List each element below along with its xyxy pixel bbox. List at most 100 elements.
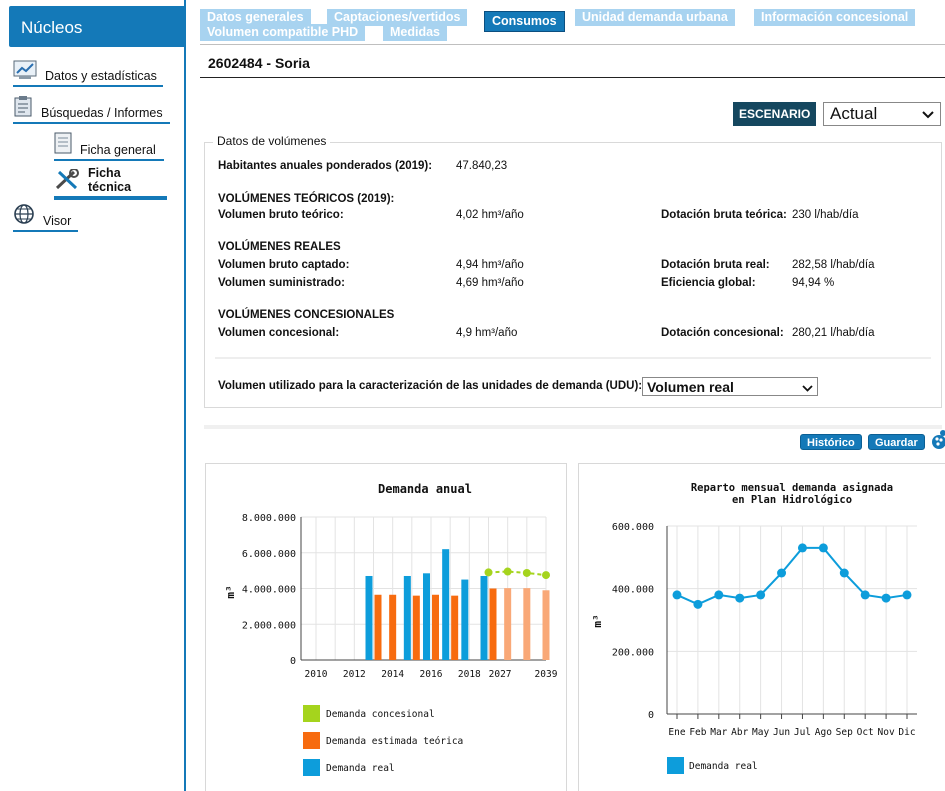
bar-demanda-teorica: [374, 594, 382, 660]
sidebar-item-visor[interactable]: Visor: [13, 203, 78, 232]
bar-demanda-teorica: [451, 595, 459, 660]
volumes-fieldset: [204, 142, 942, 408]
sidebar: Núcleos Datos y estadísticas Búsquedas /…: [0, 0, 186, 791]
bruto-captado-label: Volumen bruto captado:: [218, 259, 350, 271]
sidebar-item-datos-estadisticas[interactable]: Datos y estadísticas: [13, 60, 163, 87]
globe-icon: [13, 203, 35, 228]
legend-swatch: [303, 732, 320, 749]
statistics-icon: [13, 60, 37, 83]
bar-demanda-teorica: [412, 595, 420, 660]
legend-label: Demanda real: [326, 763, 395, 774]
title-divider: [200, 77, 945, 78]
sidebar-item-label: Ficha técnica: [88, 166, 132, 194]
legend-label: Demanda concesional: [326, 709, 435, 720]
sidebar-item-label: Ficha general: [80, 143, 156, 157]
concesional-value: 4,9 hm³/año: [456, 327, 518, 339]
palette-icon[interactable]: [930, 430, 945, 455]
guardar-button[interactable]: Guardar: [868, 434, 925, 450]
x-tick-label: 2027: [489, 669, 512, 680]
y-tick-label: 0: [290, 656, 296, 667]
point-demanda-real: [902, 590, 912, 600]
concesionales-heading: VOLÚMENES CONCESIONALES: [218, 309, 395, 321]
bruto-teorico-label: Volumen bruto teórico:: [218, 209, 344, 221]
udu-label: Volumen utilizado para la caracterizació…: [218, 380, 643, 392]
habitantes-value: 47.840,23: [456, 160, 508, 172]
escenario-select[interactable]: Actual: [823, 102, 941, 126]
x-tick-label: Feb: [689, 727, 706, 738]
legend-label: Demanda estimada teórica: [326, 736, 463, 747]
section-divider: [204, 425, 942, 429]
bar-demanda-teorica: [523, 588, 531, 660]
y-tick-label: 8.000.000: [242, 513, 296, 524]
chart-reparto-mensual: Reparto mensual demanda asignadaen Plan …: [591, 482, 917, 774]
x-tick-label: 2014: [381, 669, 404, 680]
point-demanda-real: [797, 543, 807, 553]
x-tick-label: Ago: [815, 727, 832, 738]
chart-panel-reparto-mensual: Reparto mensual demanda asignada en Plan …: [578, 463, 945, 791]
x-tick-label: 2012: [343, 669, 366, 680]
reales-heading: VOLÚMENES REALES: [218, 241, 341, 253]
page-title: 2602484 - Soria: [208, 55, 310, 71]
x-tick-label: 2039: [535, 669, 558, 680]
y-tick-label: 600.000: [612, 522, 654, 533]
sidebar-item-label: Búsquedas / Informes: [41, 106, 163, 120]
point-demanda-real: [693, 599, 703, 609]
x-tick-label: Dic: [898, 727, 915, 738]
legend-swatch: [667, 757, 684, 774]
tab-medidas[interactable]: Medidas: [383, 24, 448, 41]
bar-demanda-teorica: [432, 594, 439, 660]
sidebar-item-ficha-general[interactable]: Ficha general: [54, 132, 164, 161]
x-tick-label: Oct: [857, 727, 874, 738]
chart-title: en Plan Hidrológico: [732, 494, 852, 506]
sidebar-item-label: Visor: [43, 214, 72, 228]
bar-demanda-teorica: [389, 594, 397, 660]
bar-demanda-real: [480, 575, 488, 660]
tab-informacion-concesional[interactable]: Información concesional: [754, 9, 916, 26]
y-tick-label: 2.000.000: [242, 620, 296, 631]
bar-demanda-teorica: [504, 588, 512, 660]
dotacion-concesional-label: Dotación concesional:: [661, 327, 784, 339]
tab-volumen-compatible-phd[interactable]: Volumen compatible PHD: [200, 24, 366, 41]
point-demanda-real: [756, 590, 766, 600]
bar-demanda-teorica: [489, 588, 497, 660]
line-demanda-real: [676, 546, 908, 606]
x-tick-label: Sep: [836, 727, 853, 738]
bar-demanda-real: [442, 549, 450, 660]
line-demanda-concesional: [488, 570, 547, 577]
x-tick-label: Nov: [878, 727, 895, 738]
bruto-captado-value: 4,94 hm³/año: [456, 259, 524, 271]
sidebar-item-busquedas-informes[interactable]: Búsquedas / Informes: [13, 95, 170, 124]
dotacion-real-value: 282,58 l/hab/día: [792, 259, 875, 271]
sidebar-item-ficha-tecnica[interactable]: Ficha técnica: [54, 166, 167, 200]
x-tick-label: Ene: [668, 727, 685, 738]
x-tick-label: Jul: [794, 727, 811, 738]
volumes-legend: Datos de volúmenes: [213, 134, 331, 148]
x-tick-label: 2018: [458, 669, 481, 680]
x-tick-label: Abr: [731, 727, 748, 738]
point-demanda-concesional: [542, 571, 550, 580]
x-tick-label: May: [752, 727, 769, 738]
point-demanda-real: [777, 568, 787, 578]
point-demanda-real: [714, 590, 724, 600]
legend-swatch: [303, 759, 320, 776]
dotacion-concesional-value: 280,21 l/hab/día: [792, 327, 875, 339]
y-tick-label: 4.000.000: [242, 585, 296, 596]
clipboard-icon: [13, 95, 33, 120]
bar-demanda-teorica: [542, 590, 550, 660]
y-tick-label: 400.000: [612, 585, 654, 596]
eficiencia-value: 94,94 %: [792, 277, 835, 289]
historico-button[interactable]: Histórico: [800, 434, 862, 450]
suministrado-label: Volumen suministrado:: [218, 277, 345, 289]
udu-select[interactable]: Volumen real: [642, 377, 818, 396]
chart-demanda-anual: Demanda anual 0 2.000.000 4.000.000 6.000.00…: [224, 482, 558, 776]
teoricos-heading: VOLÚMENES TEÓRICOS (2019):: [218, 193, 395, 205]
tab-consumos[interactable]: Consumos: [484, 11, 565, 32]
y-tick-label: 200.000: [612, 647, 654, 658]
tab-unidad-demanda-urbana[interactable]: Unidad demanda urbana: [575, 9, 735, 26]
escenario-label: ESCENARIO: [733, 102, 817, 126]
point-demanda-concesional: [503, 567, 512, 576]
bruto-teorico-value: 4,02 hm³/año: [456, 209, 524, 221]
point-demanda-real: [672, 590, 682, 600]
bar-demanda-real: [461, 579, 469, 660]
document-icon: [54, 132, 72, 157]
